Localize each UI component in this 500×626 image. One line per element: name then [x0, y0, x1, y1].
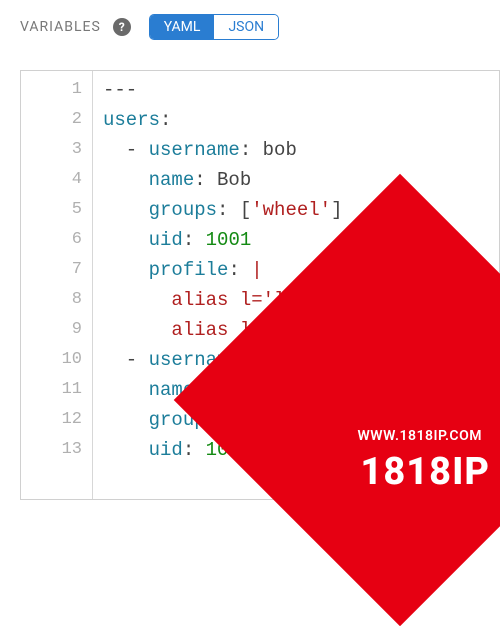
line-number: 9 — [21, 315, 82, 345]
help-icon[interactable]: ? — [113, 18, 131, 36]
line-number: 5 — [21, 195, 82, 225]
tab-yaml[interactable]: YAML — [150, 15, 215, 39]
line-number: 12 — [21, 405, 82, 435]
tab-json[interactable]: JSON — [214, 15, 278, 39]
line-number: 13 — [21, 435, 82, 465]
watermark-brand: 1818IP — [360, 450, 490, 494]
line-number: 3 — [21, 135, 82, 165]
line-number: 8 — [21, 285, 82, 315]
watermark-url: WWW.1818IP.COM — [358, 428, 482, 444]
line-number: 2 — [21, 105, 82, 135]
line-number: 11 — [21, 375, 82, 405]
code-line[interactable]: name: Bob — [103, 165, 499, 195]
code-line[interactable]: users: — [103, 105, 499, 135]
line-number: 1 — [21, 75, 82, 105]
line-number: 4 — [21, 165, 82, 195]
line-number-gutter: 12345678910111213 — [21, 71, 93, 499]
code-line[interactable]: --- — [103, 75, 499, 105]
line-number: 10 — [21, 345, 82, 375]
line-number: 7 — [21, 255, 82, 285]
format-tabs: YAMLJSON — [149, 14, 279, 40]
section-title: VARIABLES — [20, 19, 101, 35]
line-number: 6 — [21, 225, 82, 255]
code-line[interactable]: - username: bob — [103, 135, 499, 165]
watermark: WWW.1818IP.COM 1818IP — [240, 370, 500, 500]
variables-header: VARIABLES ? YAMLJSON — [0, 0, 500, 58]
